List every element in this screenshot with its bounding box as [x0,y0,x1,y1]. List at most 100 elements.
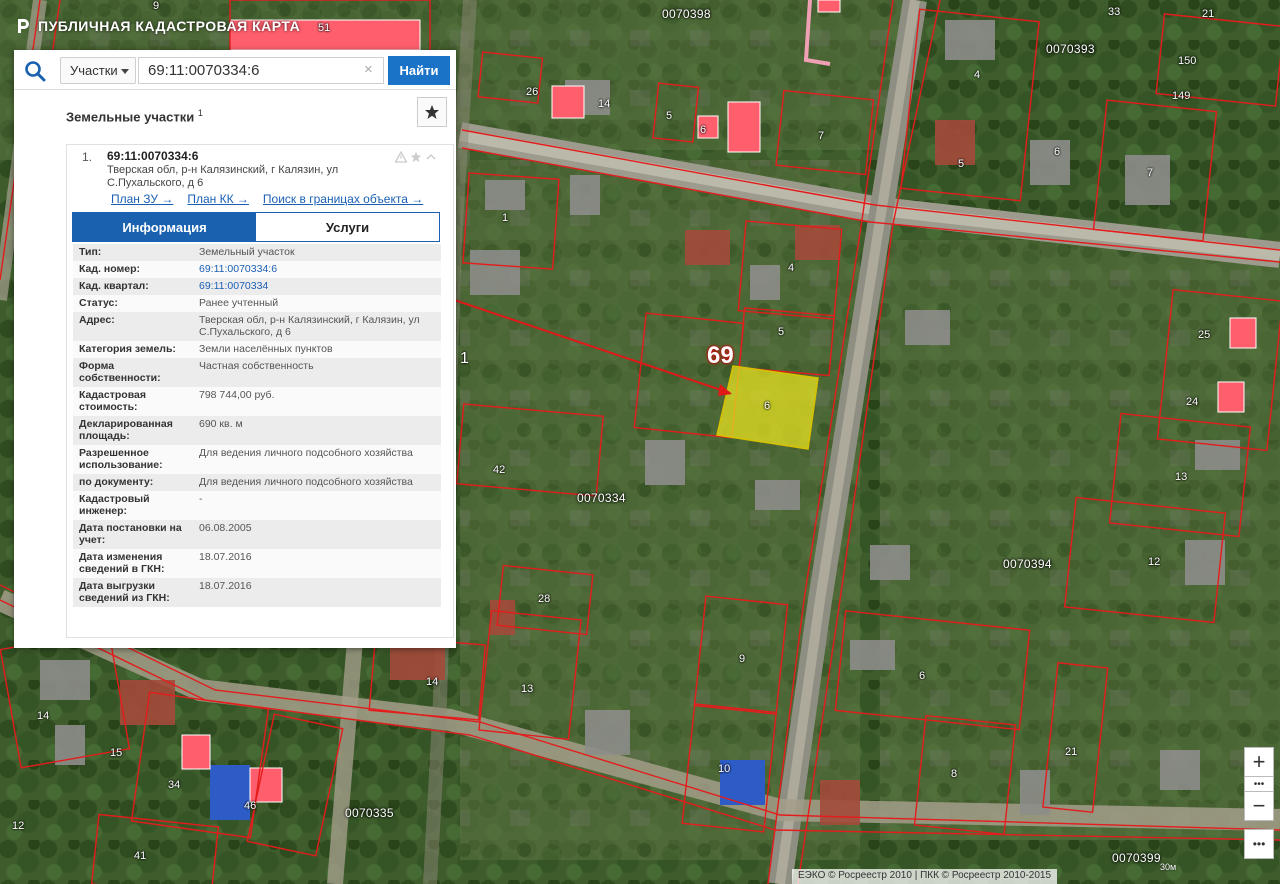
parcel-label: 9 [153,0,160,12]
parcel-label: 4 [788,262,795,274]
parcel-label: 26 [526,86,539,98]
search-bounds-link[interactable]: Поиск в границах объекта → [263,192,423,206]
info-value: 798 744,00 руб. [199,389,275,401]
info-key: Кадастровый инженер: [79,493,150,517]
info-row: по документу: Для ведения личного подсобн… [73,474,441,491]
star-icon[interactable] [410,151,422,163]
map-copyright: ЕЭКО © Росреестр 2010 | ПКК © Росреестр … [792,869,1058,884]
info-row: Разрешенное использование: Для ведения ли… [73,445,441,474]
parcel-label: 14 [598,98,611,110]
parcel-label: 28 [538,593,551,605]
quarter-label: 0070394 [1003,557,1052,571]
info-value: Для ведения личного подсобного хозяйства [199,476,413,488]
card-actions [395,151,437,163]
info-row: Дата выгрузки сведений из ГКН: 18.07.2016 [73,578,441,607]
search-panel: Участки × Найти Земельные участки 1 1. 6… [14,50,456,648]
parcel-label: 5 [666,110,673,122]
parcel-label: 12 [1148,556,1161,568]
parcel-label: 9 [739,653,746,665]
info-value: Земли населённых пунктов [199,343,333,355]
result-cad-number[interactable]: 69:11:0070334:6 [107,149,198,163]
info-value[interactable]: 69:11:0070334 [193,280,439,292]
card-tabs: Информация Услуги [72,212,440,242]
info-value[interactable]: 69:11:0070334:6 [193,263,439,275]
more-options-button[interactable]: ••• [1244,829,1274,859]
quarter-label: 0070334 [577,491,626,505]
app-header: ПУБЛИЧНАЯ КАДАСТРОВАЯ КАРТА [14,14,300,38]
parcel-label: 5 [778,326,785,338]
chevron-down-icon [121,69,129,74]
result-number: 1. [82,150,93,164]
info-row: Категория земель: Земли населённых пункто… [73,341,441,358]
parcel-label: 24 [1186,396,1199,408]
parcel-label: 13 [1175,471,1188,483]
info-value: 18.07.2016 [199,551,252,563]
info-row: Адрес: Тверская обл, р-н Калязинский, г К… [73,312,441,341]
parcel-label: 34 [168,779,181,791]
parcel-label: 1 [460,350,469,367]
highlight-parcel-label: 6 [764,400,771,412]
info-key: Разрешенное использование: [79,447,163,471]
info-row: Дата постановки на учет: 06.08.2005 [73,520,441,549]
clear-icon[interactable]: × [364,61,373,78]
zoom-in-button[interactable]: + [1244,747,1274,777]
info-key: Статус: [79,297,118,309]
tab-services[interactable]: Услуги [256,213,439,241]
favorite-button[interactable] [417,97,447,127]
search-type-value: Участки [70,63,118,78]
info-value: Ранее учтенный [199,297,279,309]
tab-info[interactable]: Информация [73,213,256,241]
parcel-label: 6 [700,124,707,136]
parcel-label: 5 [958,158,965,170]
find-button[interactable]: Найти [388,56,450,85]
plan-kk-link[interactable]: План КК → [187,192,249,206]
parcel-label: 15 [110,747,123,759]
info-row: Дата изменения сведений в ГКН: 18.07.2016 [73,549,441,578]
parcel-label: 1 [502,212,509,224]
parcel-label: 42 [493,464,506,476]
info-value: - [199,493,203,505]
logo-icon [18,19,29,33]
info-key: Кадастровая стоимость: [79,389,146,413]
highlight-parcel-number: 69 [707,342,734,369]
parcel-label: 14 [37,710,50,722]
info-key: по документу: [79,476,154,488]
parcel-label: 8 [951,768,958,780]
info-value: Для ведения личного подсобного хозяйства [199,447,413,459]
app-title: ПУБЛИЧНАЯ КАДАСТРОВАЯ КАРТА [38,18,301,34]
star-icon [425,105,439,119]
results-title-text: Земельные участки [66,109,195,125]
info-key: Форма собственности: [79,360,161,384]
parcel-label: 41 [134,850,147,862]
plan-zu-link[interactable]: План ЗУ → [111,192,173,206]
parcel-label: 6 [1054,146,1061,158]
info-key: Адрес: [79,314,115,326]
result-card[interactable]: 1. 69:11:0070334:6 Тверская обл, р-н Кал… [66,144,454,638]
parcel-label: 21 [1065,746,1078,758]
results-header: Земельные участки 1 [14,90,456,138]
parcel-label: 12 [12,820,25,832]
search-icon[interactable] [24,60,46,82]
info-key: Декларированная площадь: [79,418,173,442]
chevron-up-icon[interactable] [425,151,437,163]
zoom-more-button[interactable]: ••• [1244,776,1274,792]
parcel-label: 149 [1172,90,1191,102]
parcel-label: 10 [718,763,731,775]
info-row: Статус: Ранее учтенный [73,295,441,312]
search-input[interactable] [138,57,384,84]
info-row: Кад. квартал: 69:11:0070334 [73,278,441,295]
info-row: Кад. номер: 69:11:0070334:6 [73,261,441,278]
zoom-out-button[interactable]: − [1244,791,1274,821]
warning-icon[interactable] [395,151,407,163]
search-type-select[interactable]: Участки [60,57,136,84]
info-row: Кадастровый инженер: - [73,491,441,520]
info-key: Категория земель: [79,343,176,355]
parcel-label: 25 [1198,329,1211,341]
info-value: Тверская обл, р-н Калязинский, г Калязин… [199,314,420,338]
parcel-label: 4 [974,69,981,81]
info-value: Земельный участок [199,246,295,258]
parcel-label: 13 [521,683,534,695]
results-count: 1 [197,108,203,118]
parcel-label: 51 [318,22,331,34]
info-value: 18.07.2016 [199,580,252,592]
